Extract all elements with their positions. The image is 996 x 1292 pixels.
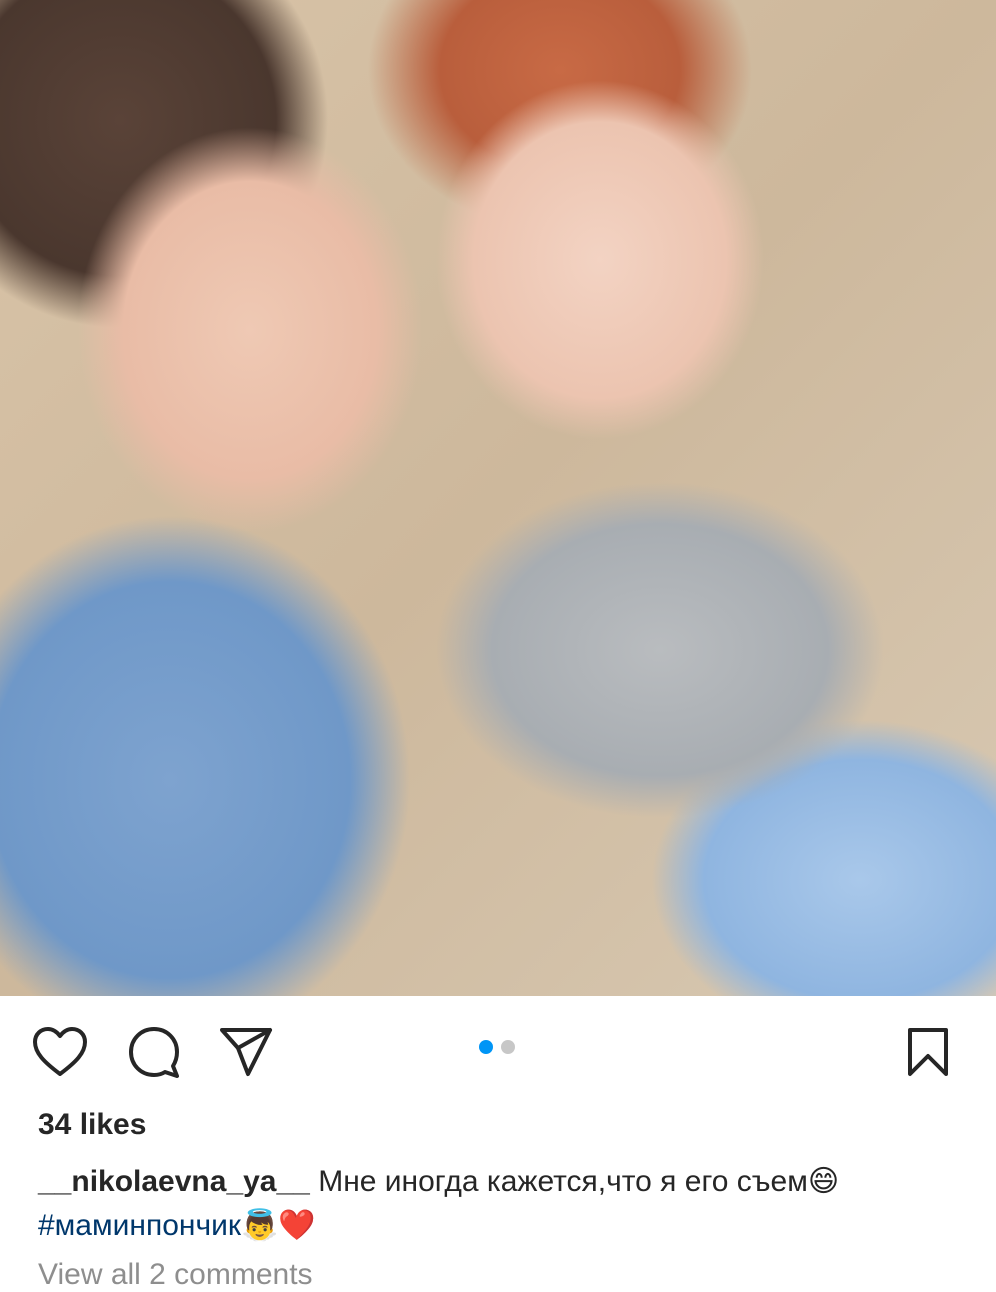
caption-username[interactable]: __nikolaevna_ya__ (38, 1165, 310, 1198)
heart-icon[interactable] (32, 1024, 88, 1080)
likes-count[interactable]: 34 likes (38, 1108, 146, 1142)
send-icon[interactable] (218, 1024, 274, 1080)
hashtag-emojis: 👼❤️ (240, 1208, 316, 1243)
caption-hashtag[interactable]: #маминпончик (38, 1209, 241, 1242)
carousel-dot-active (479, 1040, 493, 1054)
post-action-bar (0, 996, 996, 1106)
bookmark-icon[interactable] (900, 1024, 956, 1080)
carousel-dot (501, 1040, 515, 1054)
caption-text: Мне иногда кажется,что я его съем (318, 1165, 808, 1198)
comment-icon[interactable] (126, 1024, 182, 1080)
caption-emoji: 😄 (807, 1164, 840, 1199)
post-photo[interactable] (0, 0, 996, 996)
carousel-indicator (479, 1040, 515, 1054)
view-all-comments-link[interactable]: View all 2 comments (38, 1258, 313, 1292)
post-caption: __nikolaevna_ya__ Мне иногда кажется,что… (38, 1160, 958, 1248)
